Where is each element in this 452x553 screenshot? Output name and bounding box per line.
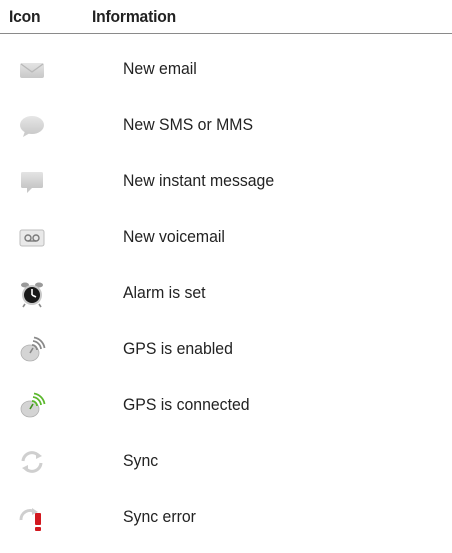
table-header: Icon Information: [0, 0, 452, 34]
alarm-clock-icon: [18, 280, 46, 308]
row-label: New SMS or MMS: [123, 115, 254, 134]
row-label: Alarm is set: [123, 283, 206, 302]
icon-column-header: Icon: [9, 7, 41, 26]
instant-message-icon: [18, 168, 46, 196]
gps-connected-icon: [18, 392, 46, 420]
information-column-header: Information: [92, 7, 176, 26]
chat-bubble-icon: [18, 112, 46, 140]
row-label: New instant message: [123, 171, 275, 190]
table-row: New SMS or MMS: [0, 98, 452, 154]
row-label: Sync: [123, 451, 159, 470]
table-row: New instant message: [0, 154, 452, 210]
status-icon-table: Icon Information New email New SMS or MM…: [0, 0, 452, 553]
voicemail-icon: [18, 224, 46, 252]
row-label: GPS is enabled: [123, 339, 233, 358]
table-row: Alarm is set: [0, 266, 452, 322]
gps-enabled-icon: [18, 336, 46, 364]
table-row: GPS is connected: [0, 378, 452, 434]
sync-icon: [18, 448, 46, 476]
envelope-icon: [18, 56, 46, 84]
table-row: New voicemail: [0, 210, 452, 266]
row-label: Sync error: [123, 507, 196, 526]
row-label: New voicemail: [123, 227, 225, 246]
table-row: Sync error: [0, 490, 452, 546]
table-row: GPS is enabled: [0, 322, 452, 378]
row-label: GPS is connected: [123, 395, 250, 414]
sync-error-icon: [18, 504, 46, 532]
table-row: New email: [0, 42, 452, 98]
row-label: New email: [123, 59, 197, 78]
table-row: Sync: [0, 434, 452, 490]
